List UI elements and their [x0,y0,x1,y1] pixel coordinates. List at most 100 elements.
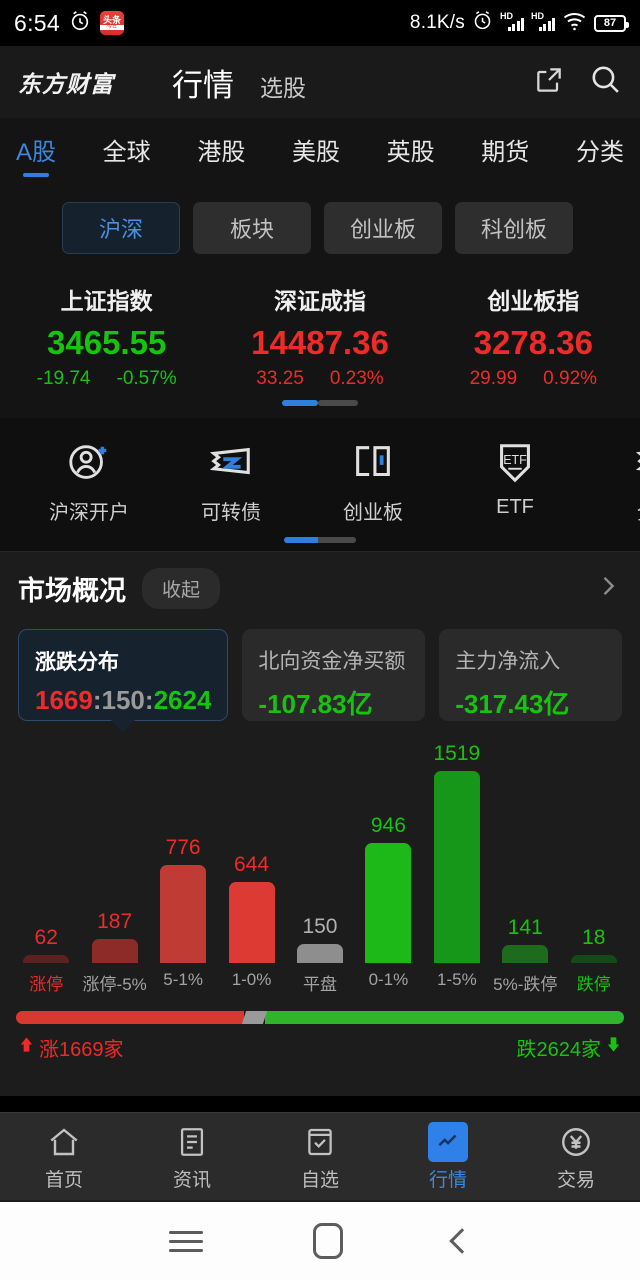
search-icon[interactable] [589,63,622,101]
nav-label: 资讯 [128,1165,256,1192]
index-value: 3278.36 [427,324,640,362]
tab-categories[interactable]: 分类 [576,132,624,177]
tab-futures[interactable]: 期货 [481,132,529,177]
header-icons [533,63,622,101]
home-icon [0,1121,128,1163]
stat-card-title: 主力净流入 [455,645,606,675]
pill-sectors[interactable]: 板块 [193,202,311,254]
stat-card-distribution[interactable]: 涨跌分布 1669:150:2624 [18,629,228,721]
recents-icon[interactable] [169,1225,203,1258]
nav-item-watchlist[interactable]: 自选 [256,1121,384,1192]
rise-fall-ratio: 涨1669家 跌2624家 [0,995,640,1062]
chart-tick-label: 0-1% [354,970,422,995]
status-bar-left: 6:54 头条 今日 [14,10,124,37]
chart-tick-label: 跌停 [560,970,628,995]
user-add-icon [18,436,160,490]
bar [160,865,206,963]
status-time: 6:54 [14,10,60,37]
bar [297,944,343,963]
quick-links-page-indicator[interactable] [0,537,640,543]
ratio-segment-rise [16,1011,244,1024]
collapse-button[interactable]: 收起 [142,568,220,609]
index-percent: -0.57% [117,368,177,390]
arrow-down-icon [605,1036,622,1059]
index-percent: 0.92% [543,368,597,390]
stat-cards: 涨跌分布 1669:150:2624 北向资金净买额 -107.83亿 主力净流… [0,625,640,721]
nav-item-quotes[interactable]: 行情 [384,1121,512,1192]
index-percent: 0.23% [330,368,384,390]
ratio-labels: 涨1669家 跌2624家 [16,1024,624,1062]
index-page-indicator[interactable] [0,400,640,406]
chart-tick-label: 涨停 [12,970,80,995]
quick-link-label: 可转债 [160,496,302,525]
nav-item-news[interactable]: 资讯 [128,1121,256,1192]
index-row: 上证指数 3465.55 -19.74 -0.57% 深证成指 14487.36… [0,282,640,390]
header-tab-quotes[interactable]: 行情 [172,60,234,105]
quick-link-chinext[interactable]: 创业板 [302,436,444,525]
alarm-icon [69,10,91,37]
quick-link-etf[interactable]: ETF ETF [444,436,586,525]
pill-hushen[interactable]: 沪深 [62,202,180,254]
home-icon[interactable] [313,1223,343,1259]
pill-star-market[interactable]: 科创板 [455,202,573,254]
bar [434,771,480,963]
tab-uk-shares[interactable]: 英股 [387,132,435,177]
tab-hk-shares[interactable]: 港股 [197,132,245,177]
pill-chinext[interactable]: 创业板 [324,202,442,254]
ratio-bar [16,1011,624,1024]
chart-tick-label: 5%-跌停 [491,970,559,995]
index-sub: 33.25 0.23% [213,368,426,390]
stat-card-northbound[interactable]: 北向资金净买额 -107.83亿 [242,629,425,721]
ratio-segment-fall [265,1011,624,1024]
index-card-shanghai[interactable]: 上证指数 3465.55 -19.74 -0.57% [0,282,213,390]
back-icon[interactable] [449,1228,474,1253]
bar [92,939,138,963]
status-bar-right: 8.1K/s HD HD 87 [410,10,626,36]
bar [365,843,411,963]
stat-card-title: 涨跌分布 [35,646,211,676]
status-bar: 6:54 头条 今日 8.1K/s HD HD [0,0,640,46]
chart-bar-column: 62 [12,731,80,963]
quick-link-label: 沪深开户 [18,496,160,525]
chevron-right-icon[interactable] [594,572,622,605]
stat-card-value: -107.83亿 [258,684,409,721]
quick-link-label: 全球 [586,496,640,525]
stat-card-value: 1669:150:2624 [35,685,211,716]
quick-link-convertible-bond[interactable]: 可转债 [160,436,302,525]
index-panel: 上证指数 3465.55 -19.74 -0.57% 深证成指 14487.36… [0,276,640,418]
quotes-chart-icon [384,1121,512,1163]
header-tab-stockpick[interactable]: 选股 [260,69,306,103]
tab-a-shares[interactable]: A股 [16,132,56,177]
stat-card-main-inflow[interactable]: 主力净流入 -317.43亿 [439,629,622,721]
index-card-shenzhen[interactable]: 深证成指 14487.36 33.25 0.23% [213,282,426,390]
share-icon[interactable] [533,64,565,101]
nav-label: 自选 [256,1165,384,1192]
quick-links-section: 沪深开户 可转债 创业板 [0,418,640,551]
quick-link-open-account[interactable]: 沪深开户 [18,436,160,525]
news-icon [128,1121,256,1163]
bar [502,945,548,963]
index-value: 14487.36 [213,324,426,362]
svg-text:ETF: ETF [503,453,527,467]
wifi-icon [562,11,587,36]
chart-bar-column: 946 [354,731,422,963]
index-change: 29.99 [470,368,518,390]
chart-bar-column: 150 [286,731,354,963]
nav-label: 行情 [384,1165,512,1192]
index-value: 3465.55 [0,324,213,362]
bar-value-label: 1519 [433,742,480,766]
nav-item-trade[interactable]: 交易 [512,1121,640,1192]
bar [571,955,617,963]
page-dot-inactive [318,537,356,543]
fall-count: 2624 [154,685,212,715]
quick-link-global[interactable]: 全球 [586,436,640,525]
tab-global[interactable]: 全球 [103,132,151,177]
chart-x-axis: 涨停涨停-5%5-1%1-0%平盘0-1%1-5%5%-跌停跌停 [0,963,640,995]
app-header: 东方财富 行情 选股 [0,46,640,118]
nav-item-home[interactable]: 首页 [0,1121,128,1192]
bottom-spacer [0,1062,640,1096]
index-card-chinext[interactable]: 创业板指 3278.36 29.99 0.92% [427,282,640,390]
trade-yuan-icon [512,1121,640,1163]
battery-icon: 87 [594,15,626,32]
tab-us-shares[interactable]: 美股 [292,132,340,177]
